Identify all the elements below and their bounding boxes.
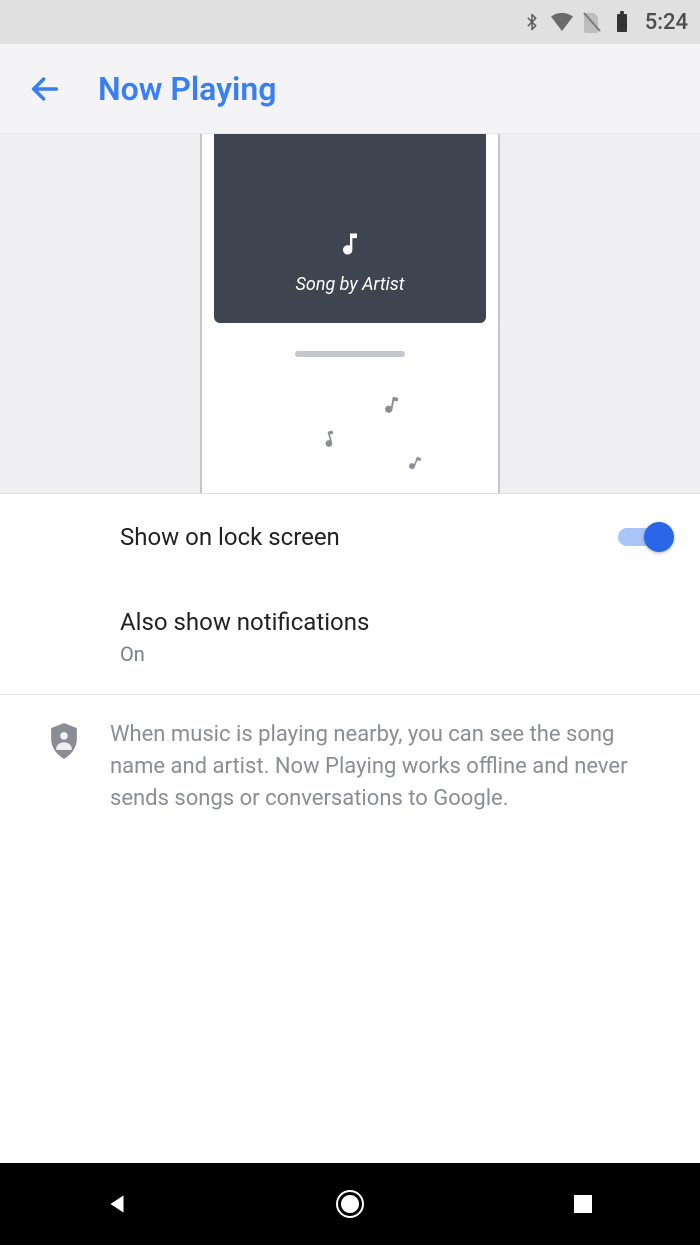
- info-row: When music is playing nearby, you can se…: [0, 695, 700, 839]
- phone-screen: Song by Artist: [214, 134, 486, 323]
- hero-illustration: Song by Artist: [0, 134, 700, 494]
- song-by-artist-label: Song by Artist: [295, 274, 404, 295]
- privacy-shield-icon: [48, 723, 80, 763]
- setting-value: On: [120, 642, 670, 666]
- nav-recents-button[interactable]: [563, 1184, 603, 1224]
- music-note-icon: [336, 230, 364, 262]
- phone-illustration: Song by Artist: [200, 134, 500, 494]
- status-bar: 5:24: [0, 0, 700, 44]
- navigation-bar: [0, 1163, 700, 1245]
- lock-screen-toggle[interactable]: [618, 522, 670, 552]
- bluetooth-icon: [521, 11, 543, 33]
- page-title: Now Playing: [98, 70, 276, 108]
- setting-label: Show on lock screen: [120, 523, 618, 551]
- status-time: 5:24: [645, 10, 688, 35]
- back-button[interactable]: [20, 64, 70, 114]
- settings-list: Show on lock screen Also show notificati…: [0, 494, 700, 839]
- info-text: When music is playing nearby, you can se…: [110, 719, 630, 815]
- nav-home-button[interactable]: [330, 1184, 370, 1224]
- wifi-icon: [551, 11, 573, 33]
- music-note-icon: [378, 392, 404, 421]
- app-bar: Now Playing: [0, 44, 700, 134]
- also-show-notifications-row[interactable]: Also show notifications On: [0, 580, 700, 694]
- battery-icon: [611, 11, 633, 33]
- phone-home-indicator: [295, 351, 405, 357]
- no-sim-icon: [581, 11, 603, 33]
- setting-label: Also show notifications: [120, 608, 670, 636]
- nav-back-button[interactable]: [97, 1184, 137, 1224]
- show-on-lock-screen-row[interactable]: Show on lock screen: [0, 494, 700, 580]
